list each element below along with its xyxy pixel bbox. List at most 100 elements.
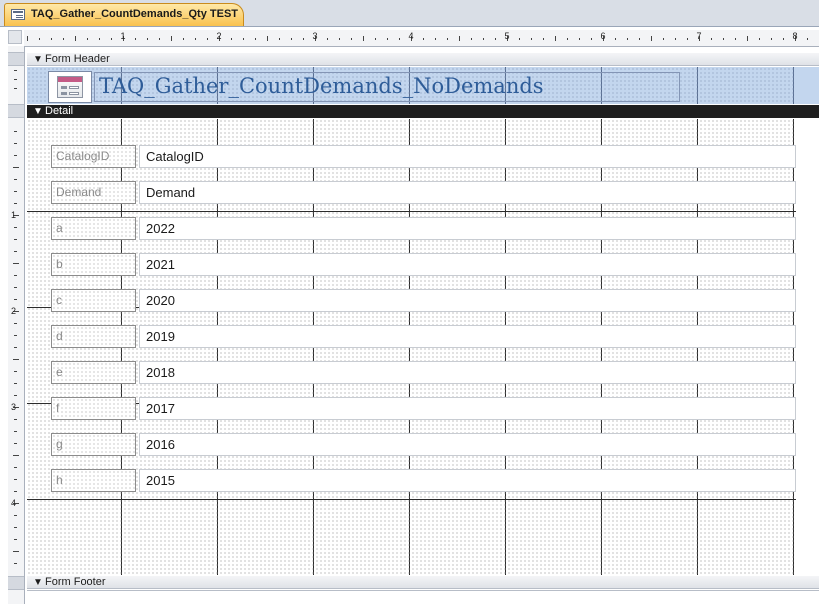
- vruler-footer-bar: [8, 576, 24, 590]
- ruler-tick: [39, 38, 40, 40]
- ruler-tick: [14, 251, 17, 252]
- text-box-control-source: 2018: [146, 365, 175, 380]
- form-footer-section-bar[interactable]: ▼ Form Footer: [27, 576, 819, 589]
- ruler-tick: [471, 38, 472, 40]
- ruler-tick: [495, 38, 496, 40]
- label-control[interactable]: d: [51, 325, 136, 348]
- ruler-tick: [459, 36, 460, 41]
- ruler-tick: [231, 38, 232, 40]
- section-arrow-icon: ▼: [33, 577, 43, 588]
- text-box-control-source: 2016: [146, 437, 175, 452]
- ruler-tick: [14, 155, 17, 156]
- form-footer-area[interactable]: [27, 590, 819, 605]
- ruler-tick: [14, 335, 17, 336]
- ruler-tick: [423, 38, 424, 40]
- label-control-text: b: [56, 257, 63, 271]
- ruler-tick: [483, 38, 484, 40]
- ruler-tick: [14, 299, 17, 300]
- ruler-tick: [735, 38, 736, 40]
- ruler-tick: [14, 395, 17, 396]
- label-control[interactable]: b: [51, 253, 136, 276]
- form-header-section-bar[interactable]: ▼ Form Header: [27, 53, 819, 66]
- ruler-tick: [663, 38, 664, 40]
- text-box-control[interactable]: 2017: [139, 397, 796, 420]
- label-control[interactable]: CatalogID: [51, 145, 136, 168]
- ruler-tick: [147, 38, 148, 40]
- text-box-control[interactable]: 2021: [139, 253, 796, 276]
- ruler-tick: [615, 38, 616, 40]
- text-box-control-source: 2015: [146, 473, 175, 488]
- ruler-tick: [159, 38, 160, 40]
- ruler-tick: [63, 38, 64, 40]
- ruler-tick: [651, 36, 652, 41]
- ruler-tick: [14, 191, 17, 192]
- label-control[interactable]: f: [51, 397, 136, 420]
- ruler-tick: [267, 36, 268, 41]
- ruler-number: 3: [312, 31, 318, 41]
- horizontal-ruler[interactable]: 1 2 3 4 5 6 7 8: [24, 30, 819, 47]
- ruler-number: 1: [11, 210, 17, 220]
- ruler-tick: [14, 79, 17, 80]
- section-arrow-icon: ▼: [33, 54, 43, 65]
- ruler-tick: [783, 38, 784, 40]
- ruler-tick: [255, 38, 256, 40]
- label-control-text: g: [56, 437, 63, 451]
- form-header-right-edge: [796, 67, 819, 104]
- document-tab-label: TAQ_Gather_CountDemands_Qty TEST: [31, 8, 238, 20]
- ruler-tick: [339, 38, 340, 40]
- label-control-text: CatalogID: [56, 149, 110, 163]
- ruler-tick: [639, 38, 640, 40]
- label-control[interactable]: e: [51, 361, 136, 384]
- ruler-number: 4: [408, 31, 414, 41]
- text-box-control[interactable]: 2015: [139, 469, 796, 492]
- text-box-control[interactable]: 2019: [139, 325, 796, 348]
- ruler-tick: [279, 38, 280, 40]
- text-box-control[interactable]: CatalogID: [139, 145, 796, 168]
- label-control[interactable]: Demand: [51, 181, 136, 204]
- vertical-ruler[interactable]: 1 2 3 4: [8, 46, 25, 604]
- ruler-tick: [519, 38, 520, 40]
- label-control-text: d: [56, 329, 63, 343]
- label-control-text: a: [56, 221, 63, 235]
- ruler-number: 8: [792, 31, 798, 41]
- ruler-tick: [14, 347, 17, 348]
- label-control[interactable]: h: [51, 469, 136, 492]
- ruler-tick: [14, 131, 17, 132]
- label-control[interactable]: c: [51, 289, 136, 312]
- ruler-tick: [14, 443, 17, 444]
- ruler-corner-select-form[interactable]: [8, 30, 22, 44]
- text-box-control[interactable]: 2022: [139, 217, 796, 240]
- label-control-text: e: [56, 365, 63, 379]
- ruler-tick: [13, 551, 19, 552]
- text-box-control-source: 2020: [146, 293, 175, 308]
- ruler-tick: [747, 36, 748, 41]
- ruler-tick: [351, 38, 352, 40]
- detail-section-bar[interactable]: ▼ Detail: [27, 105, 819, 118]
- ruler-tick: [195, 38, 196, 40]
- ruler-tick: [14, 539, 17, 540]
- ruler-number: 5: [504, 31, 510, 41]
- section-arrow-icon: ▼: [33, 106, 43, 117]
- label-control[interactable]: a: [51, 217, 136, 240]
- ruler-tick: [14, 179, 17, 180]
- ruler-tick: [14, 203, 17, 204]
- text-box-control[interactable]: Demand: [139, 181, 796, 204]
- ruler-tick: [579, 38, 580, 40]
- ruler-tick: [14, 419, 17, 420]
- document-tab[interactable]: TAQ_Gather_CountDemands_Qty TEST: [4, 3, 244, 26]
- text-box-control[interactable]: 2018: [139, 361, 796, 384]
- form-title-label[interactable]: TAQ_Gather_CountDemands_NoDemands: [94, 72, 680, 102]
- ruler-tick: [303, 38, 304, 40]
- ruler-tick: [14, 371, 17, 372]
- ruler-tick: [759, 38, 760, 40]
- vruler-header-bar: [8, 52, 24, 66]
- ruler-tick: [171, 36, 172, 41]
- label-control[interactable]: g: [51, 433, 136, 456]
- text-box-control[interactable]: 2020: [139, 289, 796, 312]
- form-logo[interactable]: [48, 71, 92, 103]
- ruler-number: 2: [216, 31, 222, 41]
- text-box-control[interactable]: 2016: [139, 433, 796, 456]
- ruler-tick: [14, 527, 17, 528]
- ruler-tick: [14, 88, 17, 89]
- ruler-tick: [75, 36, 76, 41]
